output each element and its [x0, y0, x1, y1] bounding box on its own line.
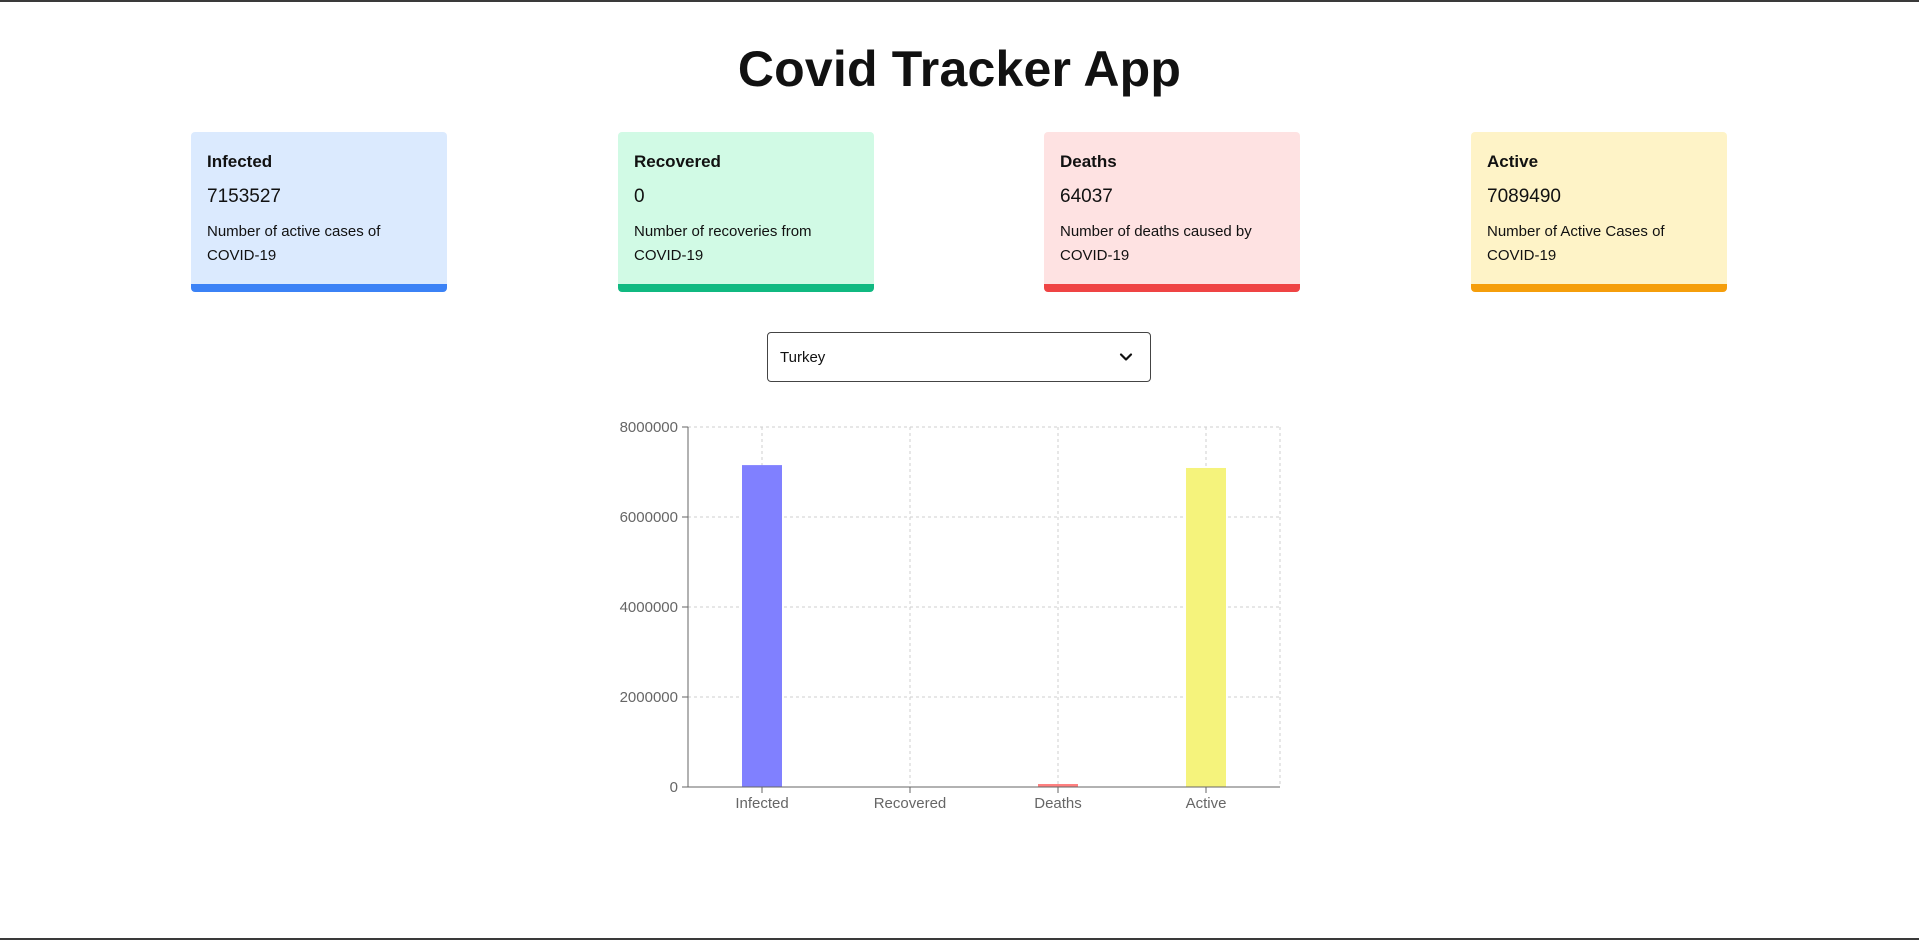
y-tick-label: 0 — [670, 779, 678, 796]
bar-infected — [742, 465, 782, 787]
x-tick-label: Active — [1186, 795, 1227, 812]
card-description: Number of active cases of COVID-19 — [207, 223, 381, 264]
country-select[interactable]: Turkey — [767, 332, 1151, 382]
card-infected: Infected 7153527 Number of active cases … — [191, 132, 447, 292]
card-value: 0 — [634, 186, 645, 207]
card-active: Active 7089490 Number of Active Cases of… — [1471, 132, 1727, 292]
card-description: Number of deaths caused by COVID-19 — [1060, 223, 1252, 264]
app-frame: Covid Tracker App Infected 7153527 Numbe… — [0, 0, 1919, 940]
x-tick-label: Infected — [735, 795, 788, 812]
card-deaths: Deaths 64037 Number of deaths caused by … — [1044, 132, 1300, 292]
card-title: Deaths — [1060, 152, 1117, 171]
card-title: Active — [1487, 152, 1539, 171]
card-title: Recovered — [634, 152, 721, 171]
card-recovered: Recovered 0 Number of recoveries from CO… — [618, 132, 874, 292]
page-title: Covid Tracker App — [737, 41, 1182, 97]
y-tick-label: 8000000 — [620, 419, 678, 436]
card-description: Number of Active Cases of COVID-19 — [1487, 223, 1665, 264]
card-description: Number of recoveries from COVID-19 — [634, 223, 812, 264]
bar-active — [1186, 467, 1226, 787]
card-value: 64037 — [1060, 186, 1113, 207]
bar-chart: 0 2000000 4000000 6000000 8000000 Infected Rec… — [620, 419, 1281, 812]
card-title: Infected — [207, 152, 273, 171]
chevron-down-icon — [1119, 353, 1133, 361]
x-tick-label: Deaths — [1034, 795, 1082, 812]
y-tick-label: 6000000 — [620, 509, 678, 526]
card-value: 7153527 — [207, 186, 281, 207]
y-tick-label: 2000000 — [620, 689, 678, 706]
x-tick-label: Recovered — [874, 795, 947, 812]
country-select-value: Turkey — [780, 348, 826, 366]
card-value: 7089490 — [1487, 186, 1561, 207]
y-tick-label: 4000000 — [620, 599, 678, 616]
